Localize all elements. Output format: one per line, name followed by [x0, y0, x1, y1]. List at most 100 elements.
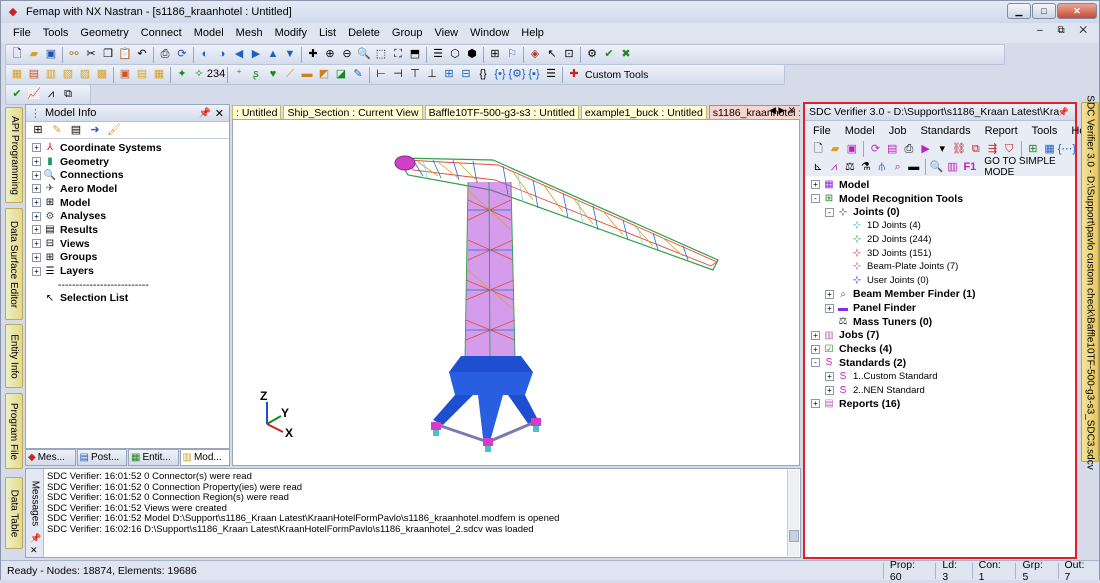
sdc-table-icon[interactable]: ▦ — [1042, 141, 1057, 157]
close-button[interactable]: ✕ — [1057, 3, 1097, 19]
sdc-search-icon[interactable]: 🔍 — [930, 159, 944, 175]
expand-icon[interactable]: + — [811, 344, 820, 354]
sdc-balance-icon[interactable]: ⚖ — [843, 159, 857, 175]
sdc-tree-item[interactable]: - S Standards (2) — [811, 356, 1075, 370]
pin-icon[interactable]: 📌 — [199, 108, 211, 119]
mesh-control-icon[interactable]: ✧ — [191, 67, 207, 83]
expand-icon[interactable]: + — [825, 371, 834, 381]
sdc-tree-item[interactable]: + ▬ Panel Finder — [811, 301, 1075, 315]
doc-tab-baffle[interactable]: Baffle10TF-500-g3-s3 : Untitled — [424, 105, 579, 119]
tab-data-surface-editor[interactable]: Data Surface Editor — [5, 208, 23, 320]
brush-icon[interactable]: ✎ — [350, 67, 366, 83]
sdc-tree-item[interactable]: + ▥ Jobs (7) — [811, 329, 1075, 343]
surface-toolbar-icon[interactable]: ▤ — [26, 67, 42, 83]
collapse-icon[interactable]: - — [811, 358, 820, 368]
tree-item-coordinate-systems[interactable]: + ⅄ Coordinate Systems — [32, 141, 229, 155]
point-icon[interactable]: ⁺ — [231, 67, 247, 83]
expand-icon[interactable]: + — [32, 143, 41, 153]
status-prop[interactable]: Prop: 60 — [882, 559, 936, 583]
rect-icon[interactable]: ▬ — [299, 67, 315, 83]
cancel-icon[interactable]: ✖ — [618, 47, 634, 63]
arrow-left-icon[interactable]: ◀ — [231, 47, 247, 63]
list-icon[interactable]: ☰ — [543, 67, 559, 83]
status-group[interactable]: Grp: 5 — [1015, 559, 1057, 583]
tree-item-layers[interactable]: + ☰ Layers — [32, 264, 229, 278]
status-output[interactable]: Out: 7 — [1057, 559, 1099, 583]
select-icon[interactable]: ⬡ — [447, 47, 463, 63]
load-toolbar-icon[interactable]: ▩ — [94, 67, 110, 83]
doc-tabs-nav[interactable]: ◀ ▶ ✕ — [769, 105, 795, 116]
menu-delete[interactable]: Delete — [342, 27, 386, 39]
cut-icon[interactable]: ✂ — [83, 47, 99, 63]
element-set-icon[interactable]: {▪} — [526, 67, 542, 83]
menu-file[interactable]: File — [7, 27, 37, 39]
numbers-icon[interactable]: 234 — [207, 67, 225, 83]
sdc-run-menu-icon[interactable]: ▾ — [935, 141, 950, 157]
layer-toolbar-icon[interactable]: ▥ — [43, 67, 59, 83]
tree-arrow-icon[interactable]: ➜ — [87, 122, 103, 138]
expand-icon[interactable]: + — [32, 225, 41, 235]
sdc-tree-item[interactable]: ⊹ Beam-Plate Joints (7) — [811, 260, 1075, 274]
collapse-icon[interactable]: - — [811, 194, 820, 204]
expand-icon[interactable]: + — [811, 399, 820, 409]
output-toolbar-icon[interactable]: ▣ — [117, 67, 133, 83]
tab-entity-info[interactable]: Entity Info — [5, 324, 23, 388]
new-icon[interactable]: 🗋 — [9, 47, 25, 63]
rotate-left-icon[interactable]: ◐ — [197, 47, 213, 63]
pan-icon[interactable]: ✚ — [305, 47, 321, 63]
save-icon[interactable]: ▣ — [43, 47, 59, 63]
tab-api-programming[interactable]: API Programming — [5, 107, 23, 203]
sdc-export-icon[interactable]: ⇶ — [985, 141, 1000, 157]
sdc-filter-icon[interactable]: ⛉ — [1002, 141, 1017, 157]
sdc-measure-icon[interactable]: ⊾ — [811, 159, 825, 175]
node-toolbar-icon[interactable]: ▨ — [77, 67, 93, 83]
magnify-icon[interactable]: 🔍 — [356, 47, 372, 63]
tab-sdc-verifier-file[interactable]: SDC Verifier 3.0 - D:\Support\pavlo cust… — [1081, 95, 1099, 469]
expand-icon[interactable]: + — [32, 239, 41, 249]
arrow-up-icon[interactable]: ▲ — [265, 47, 281, 63]
table-icon[interactable]: ⊟ — [458, 67, 474, 83]
expand-icon[interactable]: + — [32, 211, 41, 221]
sdc-joint-icon[interactable]: ⫛ — [875, 159, 889, 175]
tree-layers-icon[interactable]: ▤ — [68, 122, 84, 138]
menu-geometry[interactable]: Geometry — [74, 27, 134, 39]
align-bottom-icon[interactable]: ⊥ — [424, 67, 440, 83]
node-set-icon[interactable]: {•} — [492, 67, 508, 83]
menu-mesh[interactable]: Mesh — [230, 27, 269, 39]
align-left-icon[interactable]: ⊢ — [373, 67, 389, 83]
menu-model[interactable]: Model — [188, 27, 230, 39]
doc-tab-untitled[interactable]: : Untitled — [232, 105, 282, 119]
chart-icon[interactable]: 📈 — [26, 87, 42, 103]
tab-messages[interactable]: ◆ Mes... — [25, 449, 76, 466]
collapse-icon[interactable]: - — [825, 207, 834, 217]
expand-icon[interactable]: + — [32, 170, 41, 180]
sdc-menu-model[interactable]: Model — [845, 125, 875, 137]
print-icon[interactable]: ⎙ — [157, 47, 173, 63]
solid-icon[interactable]: ⬢ — [464, 47, 480, 63]
doc-tab-example1-buck[interactable]: example1_buck : Untitled — [580, 105, 707, 119]
zoom-out-icon[interactable]: ⊖ — [339, 47, 355, 63]
sdc-tree-item[interactable]: - ⊹ Joints (0) — [811, 205, 1075, 219]
group-toolbar-icon[interactable]: ▦ — [151, 67, 167, 83]
sdc-tree-item[interactable]: ⊹ User Joints (0) — [811, 274, 1075, 288]
undo-icon[interactable]: ↶ — [134, 47, 150, 63]
expand-icon[interactable]: + — [32, 266, 41, 276]
expand-icon[interactable]: + — [32, 157, 41, 167]
messages-pin-icon[interactable]: 📌 — [30, 533, 41, 544]
graphics-viewport[interactable]: Z Y X — [232, 119, 800, 466]
menu-connect[interactable]: Connect — [135, 27, 188, 39]
sdc-tree-item[interactable]: - ⊞ Model Recognition Tools — [811, 192, 1075, 206]
check-icon[interactable]: ✔ — [601, 47, 617, 63]
tree-item-groups[interactable]: + ⊞ Groups — [32, 251, 229, 265]
tree-item-connections[interactable]: + 🔍 Connections — [32, 168, 229, 182]
sdc-menu-file[interactable]: File — [813, 125, 831, 137]
mesh-grid-icon[interactable]: ⊞ — [441, 67, 457, 83]
status-load[interactable]: Ld: 3 — [935, 559, 971, 583]
xy-plot-icon[interactable]: ⩘ — [43, 87, 59, 103]
view-style-icon[interactable]: ⬒ — [407, 47, 423, 63]
tree-item-geometry[interactable]: + ▮ Geometry — [32, 155, 229, 169]
tree-item-selection-list[interactable]: ↖ Selection List — [32, 292, 229, 306]
tree-item-views[interactable]: + ⊟ Views — [32, 237, 229, 251]
sdc-menu-report[interactable]: Report — [985, 125, 1018, 137]
sdc-print-icon[interactable]: ⎙ — [902, 141, 917, 157]
